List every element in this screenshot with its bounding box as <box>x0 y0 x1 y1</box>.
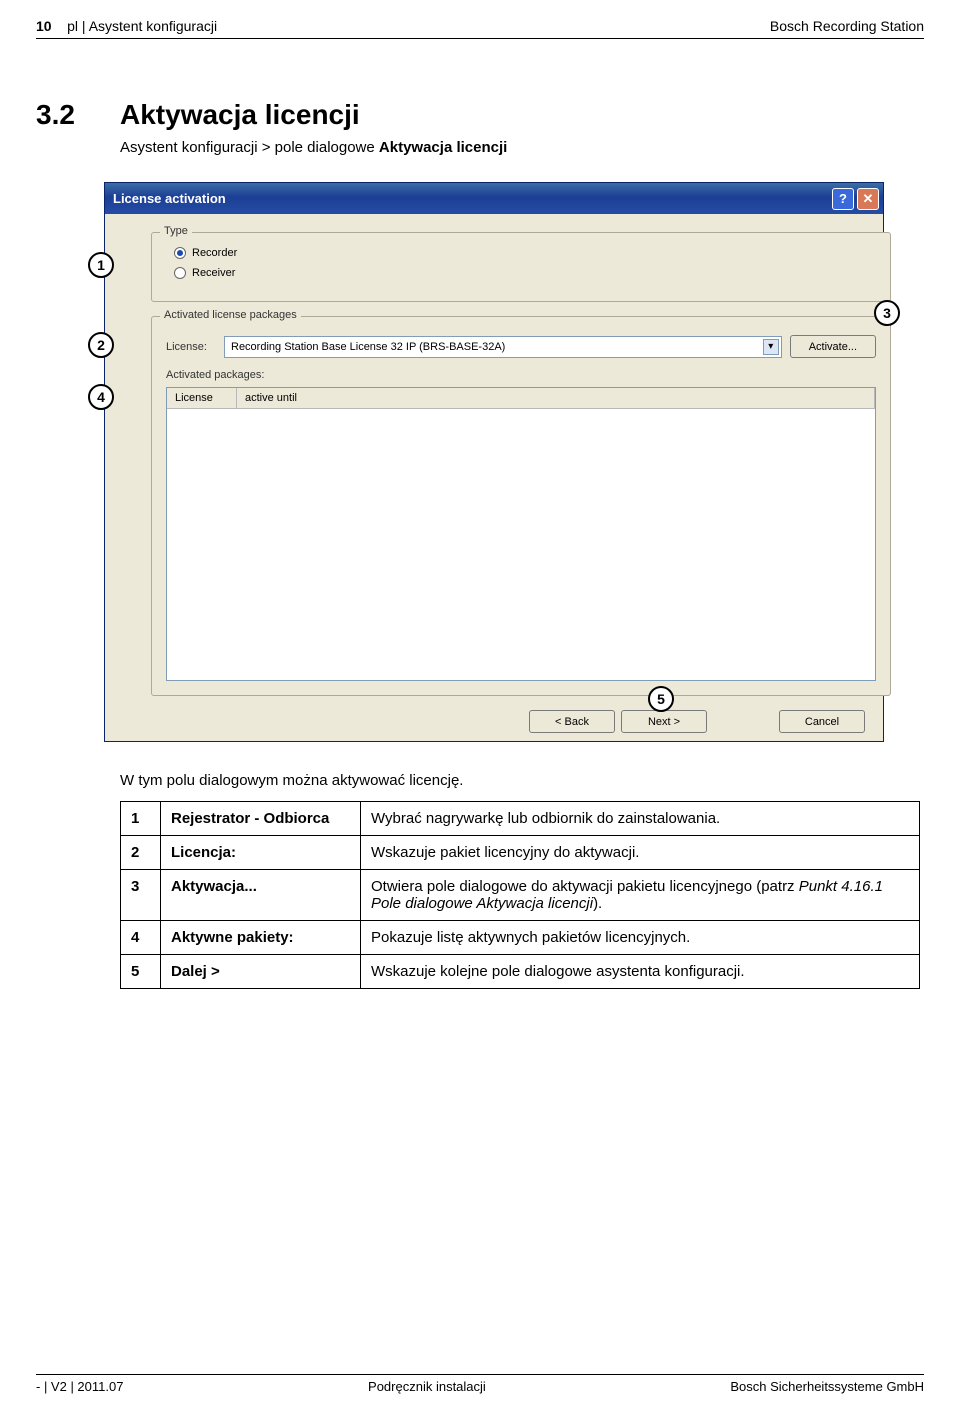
row-label: Aktywacja... <box>161 870 361 921</box>
license-selected-value: Recording Station Base License 32 IP (BR… <box>231 341 505 353</box>
breadcrumb: Asystent konfiguracji > pole dialogowe A… <box>120 139 924 156</box>
footer-center: Podręcznik instalacji <box>368 1379 486 1394</box>
dialog-footer: < Back Next > Cancel <box>105 710 883 733</box>
row-desc: Wskazuje pakiet licencyjny do aktywacji. <box>361 836 920 870</box>
dialog-title: License activation <box>113 191 226 206</box>
dialog-body: Type Recorder Receiver Activated licens <box>105 214 883 743</box>
table-row: 3 Aktywacja... Otwiera pole dialogowe do… <box>121 870 920 921</box>
back-button[interactable]: < Back <box>529 710 615 733</box>
license-select[interactable]: Recording Station Base License 32 IP (BR… <box>224 336 782 358</box>
section-number: 3.2 <box>36 99 96 131</box>
table-row: 2 Licencja: Wskazuje pakiet licencyjny d… <box>121 836 920 870</box>
row-desc: Wybrać nagrywarkę lub odbiornik do zains… <box>361 802 920 836</box>
type-legend: Type <box>160 225 192 237</box>
row-desc: Wskazuje kolejne pole dialogowe asystent… <box>361 955 920 989</box>
help-icon: ? <box>839 191 847 206</box>
page-number: 10 <box>36 18 52 34</box>
page-header: 10 pl | Asystent konfiguracji Bosch Reco… <box>36 18 924 39</box>
table-row: 4 Aktywne pakiety: Pokazuje listę aktywn… <box>121 921 920 955</box>
row-label: Aktywne pakiety: <box>161 921 361 955</box>
page-footer: - | V2 | 2011.07 Podręcznik instalacji B… <box>36 1374 924 1394</box>
license-legend: Activated license packages <box>160 309 301 321</box>
manual-page: 10 pl | Asystent konfiguracji Bosch Reco… <box>0 0 960 1418</box>
callout-5: 5 <box>648 686 674 712</box>
column-active-until[interactable]: active until <box>237 388 875 408</box>
radio-receiver[interactable]: Receiver <box>162 263 890 283</box>
chevron-down-icon[interactable]: ▾ <box>763 339 779 355</box>
row-num: 5 <box>121 955 161 989</box>
radio-receiver-label: Receiver <box>192 267 235 279</box>
intro-text: W tym polu dialogowym można aktywować li… <box>120 772 884 789</box>
row-desc: Otwiera pole dialogowe do aktywacji paki… <box>361 870 920 921</box>
row-num: 1 <box>121 802 161 836</box>
row-label: Licencja: <box>161 836 361 870</box>
row-label: Rejestrator - Odbiorca <box>161 802 361 836</box>
radio-recorder-label: Recorder <box>192 247 237 259</box>
row-num: 4 <box>121 921 161 955</box>
radio-icon <box>174 247 186 259</box>
breadcrumb-bold: Aktywacja licencji <box>379 139 507 156</box>
header-left: 10 pl | Asystent konfiguracji <box>36 18 217 34</box>
callout-1: 1 <box>88 252 114 278</box>
close-button[interactable]: ✕ <box>857 188 879 210</box>
row-num: 2 <box>121 836 161 870</box>
radio-icon <box>174 267 186 279</box>
activated-packages-label: Activated packages: <box>166 369 264 381</box>
activated-packages-list[interactable]: License active until <box>166 387 876 681</box>
titlebar-buttons: ? ✕ <box>832 188 879 210</box>
activate-button[interactable]: Activate... <box>790 335 876 358</box>
license-label: License: <box>166 341 216 353</box>
column-license[interactable]: License <box>167 388 237 408</box>
callout-4: 4 <box>88 384 114 410</box>
header-lang: pl | Asystent konfiguracji <box>55 18 217 34</box>
row-desc: Pokazuje listę aktywnych pakietów licenc… <box>361 921 920 955</box>
radio-recorder[interactable]: Recorder <box>162 243 890 263</box>
license-activation-dialog: License activation ? ✕ Type Recorder <box>104 182 884 742</box>
callout-3: 3 <box>874 300 900 326</box>
dialog-screenshot: License activation ? ✕ Type Recorder <box>104 182 884 742</box>
footer-right: Bosch Sicherheitssysteme GmbH <box>730 1379 924 1394</box>
description-table: 1 Rejestrator - Odbiorca Wybrać nagrywar… <box>120 801 920 989</box>
next-button[interactable]: Next > <box>621 710 707 733</box>
callout-2: 2 <box>88 332 114 358</box>
type-groupbox: Type Recorder Receiver <box>151 232 891 302</box>
breadcrumb-prefix: Asystent konfiguracji > pole dialogowe <box>120 139 379 156</box>
table-row: 1 Rejestrator - Odbiorca Wybrać nagrywar… <box>121 802 920 836</box>
help-button[interactable]: ? <box>832 188 854 210</box>
row-num: 3 <box>121 870 161 921</box>
dialog-titlebar: License activation ? ✕ <box>105 183 883 214</box>
section-title: Aktywacja licencji <box>120 99 360 131</box>
header-right: Bosch Recording Station <box>770 18 924 34</box>
close-icon: ✕ <box>863 191 874 207</box>
cancel-button[interactable]: Cancel <box>779 710 865 733</box>
table-row: 5 Dalej > Wskazuje kolejne pole dialogow… <box>121 955 920 989</box>
section-heading: 3.2 Aktywacja licencji <box>36 99 924 131</box>
footer-left: - | V2 | 2011.07 <box>36 1379 123 1394</box>
list-header: License active until <box>167 388 875 409</box>
row-label: Dalej > <box>161 955 361 989</box>
license-groupbox: Activated license packages License: Reco… <box>151 316 891 696</box>
